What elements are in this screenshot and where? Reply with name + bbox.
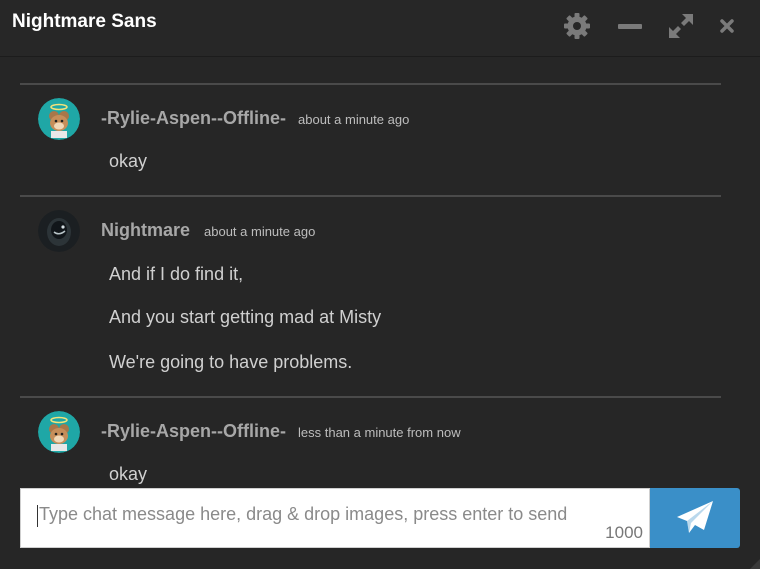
close-icon [720, 19, 734, 33]
message-list[interactable]: -Rylie-Aspen--Offline- about a minute ag… [0, 57, 760, 487]
minimize-button[interactable] [614, 10, 646, 42]
message-divider [20, 83, 721, 85]
message-divider [20, 195, 721, 197]
settings-button[interactable] [561, 10, 593, 42]
avatar-image [38, 98, 80, 140]
avatar[interactable] [38, 210, 80, 252]
title-bar: Nightmare Sans [0, 0, 760, 57]
avatar-image [38, 411, 80, 453]
message-divider [20, 396, 721, 398]
window-title: Nightmare Sans [12, 11, 157, 32]
message-timestamp: less than a minute from now [298, 425, 461, 440]
chat-input-placeholder: Type chat message here, drag & drop imag… [39, 504, 568, 524]
avatar[interactable] [38, 98, 80, 140]
message-username[interactable]: Nightmare [101, 220, 190, 241]
message-timestamp: about a minute ago [204, 224, 316, 239]
close-button[interactable] [711, 10, 743, 42]
gear-icon [564, 13, 590, 39]
send-button[interactable] [650, 488, 740, 548]
minus-icon [618, 24, 642, 29]
paper-plane-icon [677, 501, 713, 533]
chat-input[interactable]: Type chat message here, drag & drop imag… [20, 488, 650, 548]
message-timestamp: about a minute ago [298, 112, 410, 127]
resize-handle-icon[interactable] [748, 557, 760, 569]
message-text: okay [109, 464, 148, 484]
message-username[interactable]: -Rylie-Aspen--Offline- [101, 108, 286, 129]
message-text: We're going to have problems. [109, 352, 353, 372]
message-username[interactable]: -Rylie-Aspen--Offline- [101, 421, 286, 442]
avatar-image [38, 210, 80, 252]
message-text: And you start getting mad at Misty [109, 307, 382, 327]
text-cursor [37, 505, 38, 527]
avatar[interactable] [38, 411, 80, 453]
expand-button[interactable] [665, 10, 697, 42]
message-text: okay [109, 151, 148, 171]
expand-icon [669, 14, 693, 38]
message-text: And if I do find it, [109, 264, 244, 284]
character-counter: 1000 [605, 523, 643, 542]
